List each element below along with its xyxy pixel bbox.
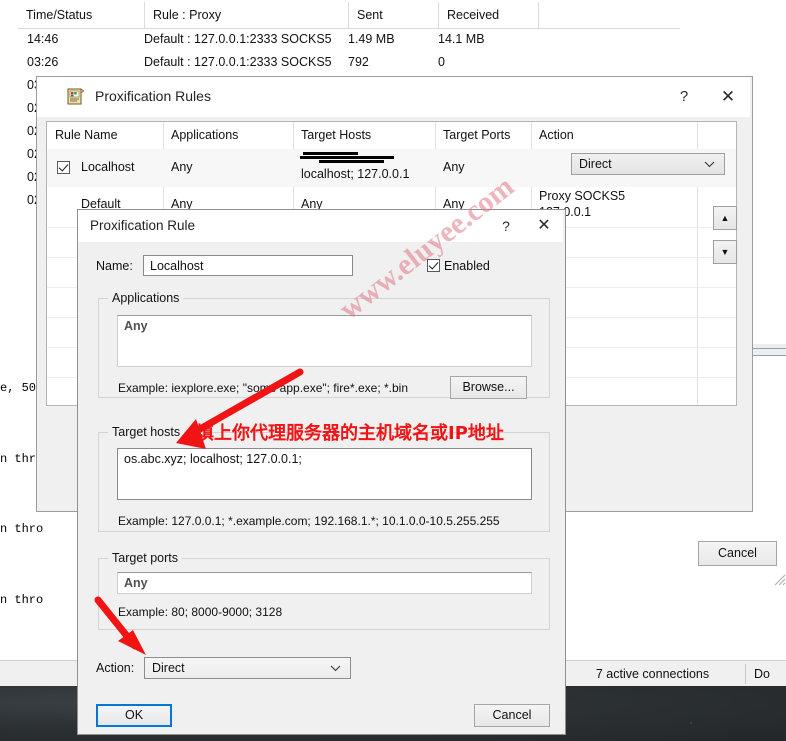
redacted-hostname: ██████████; (300, 151, 395, 165)
move-rule-down-button[interactable]: ▼ (713, 240, 737, 264)
cell-sent: 1.49 MB (348, 32, 395, 46)
rules-window-titlebar[interactable]: Proxification Rules ? ✕ (37, 77, 750, 117)
ok-button[interactable]: OK (96, 704, 172, 727)
cell-applications: Any (171, 160, 193, 174)
cell-sent: 792 (348, 55, 369, 69)
target-ports-group-label: Target ports (108, 551, 183, 565)
rule-action-value: Direct (579, 157, 612, 171)
cell-target-hosts: localhost; 127.0.0.1 (301, 167, 410, 181)
column-header-time-status[interactable]: Time/Status (18, 2, 144, 28)
action-value: Direct (152, 661, 185, 675)
column-header-sent[interactable]: Sent (348, 2, 438, 28)
rule-action-dropdown[interactable]: Direct (571, 153, 725, 175)
enabled-checkbox[interactable] (427, 259, 440, 272)
target-hosts-input[interactable]: os.abc.xyz; localhost; 127.0.0.1; (117, 448, 532, 500)
table-row[interactable]: 03:26 Default : 127.0.0.1:2333 SOCKS5 79… (18, 51, 786, 73)
cell-rule-name: Localhost (81, 160, 135, 174)
close-icon[interactable]: ✕ (706, 77, 750, 117)
cell-time: 03:26 (27, 55, 59, 69)
target-ports-group: Target ports (98, 551, 550, 630)
help-button[interactable]: ? (487, 210, 525, 242)
target-ports-example: Example: 80; 8000-9000; 3128 (118, 605, 283, 619)
column-header-action[interactable]: Action (531, 122, 736, 149)
rules-table-header: Rule Name Applications Target Hosts Targ… (47, 122, 736, 150)
column-header-target-hosts[interactable]: Target Hosts (293, 122, 435, 149)
annotation-hint-text: 填上你代理服务器的主机域名或IP地址 (196, 423, 504, 444)
target-hosts-value: os.abc.xyz; localhost; 127.0.0.1; (124, 452, 302, 466)
browse-button[interactable]: Browse... (450, 376, 527, 399)
cell-rule-proxy: Default : 127.0.0.1:2333 SOCKS5 (144, 32, 332, 46)
action-dropdown[interactable]: Direct (144, 657, 351, 679)
cell-received: 14.1 MB (438, 32, 485, 46)
target-ports-value: Any (124, 576, 148, 590)
target-hosts-group-label: Target hosts (108, 425, 185, 439)
rules-document-icon (67, 88, 85, 105)
table-row[interactable]: Localhost Any ██████████; localhost; 127… (47, 149, 736, 187)
cell-rule-proxy: Default : 127.0.0.1:2333 SOCKS5 (144, 55, 332, 69)
action-label: Action: (96, 661, 135, 675)
chevron-down-icon (704, 161, 715, 168)
name-input[interactable]: Localhost (143, 255, 353, 276)
column-header-rule-proxy[interactable]: Rule : Proxy (144, 2, 348, 28)
rules-cancel-button[interactable]: Cancel (698, 541, 777, 566)
rule-enabled-checkbox[interactable] (57, 161, 70, 174)
move-rule-up-button[interactable]: ▲ (713, 206, 737, 230)
column-header-applications[interactable]: Applications (163, 122, 293, 149)
applications-input[interactable]: Any (117, 315, 532, 367)
close-icon[interactable]: ✕ (525, 210, 563, 242)
status-divider (745, 664, 746, 684)
resize-grip-icon[interactable] (772, 572, 786, 586)
column-header-received[interactable]: Received (438, 2, 538, 28)
cell-target-ports: Any (443, 160, 465, 174)
connections-table-header: Time/Status Rule : Proxy Sent Received (18, 2, 786, 29)
target-hosts-example: Example: 127.0.0.1; *.example.com; 192.1… (118, 514, 500, 528)
cell-target-hosts-redacted: ██████████; (293, 151, 395, 165)
column-header-extra[interactable] (538, 2, 698, 28)
name-input-value: Localhost (150, 259, 204, 273)
arrow-down-icon: ▼ (720, 247, 730, 257)
rules-window-title: Proxification Rules (95, 88, 211, 104)
status-right-segment: Do (754, 667, 770, 681)
name-label: Name: (96, 259, 133, 273)
rule-dialog-titlebar[interactable]: Proxification Rule ? ✕ (78, 210, 563, 242)
help-button[interactable]: ? (662, 77, 706, 117)
chevron-down-icon (330, 665, 341, 672)
cell-action-line1: Proxy SOCKS5 (539, 189, 626, 203)
column-header-rule-name[interactable]: Rule Name (47, 122, 163, 149)
rule-dialog-title: Proxification Rule (90, 218, 196, 233)
cell-received: 0 (438, 55, 445, 69)
column-header-target-ports[interactable]: Target Ports (435, 122, 531, 149)
arrow-up-icon: ▲ (720, 213, 730, 223)
ok-button-label: OK (124, 708, 144, 722)
status-active-connections: 7 active connections (595, 667, 710, 681)
applications-example: Example: iexplore.exe; "some app.exe"; f… (118, 381, 409, 395)
applications-value: Any (124, 319, 148, 333)
enabled-label: Enabled (444, 259, 490, 273)
cell-time: 14:46 (27, 32, 59, 46)
cancel-button[interactable]: Cancel (474, 704, 550, 727)
table-row[interactable]: 14:46 Default : 127.0.0.1:2333 SOCKS5 1.… (18, 28, 786, 50)
target-ports-input[interactable]: Any (117, 572, 532, 594)
applications-group-label: Applications (108, 291, 184, 305)
